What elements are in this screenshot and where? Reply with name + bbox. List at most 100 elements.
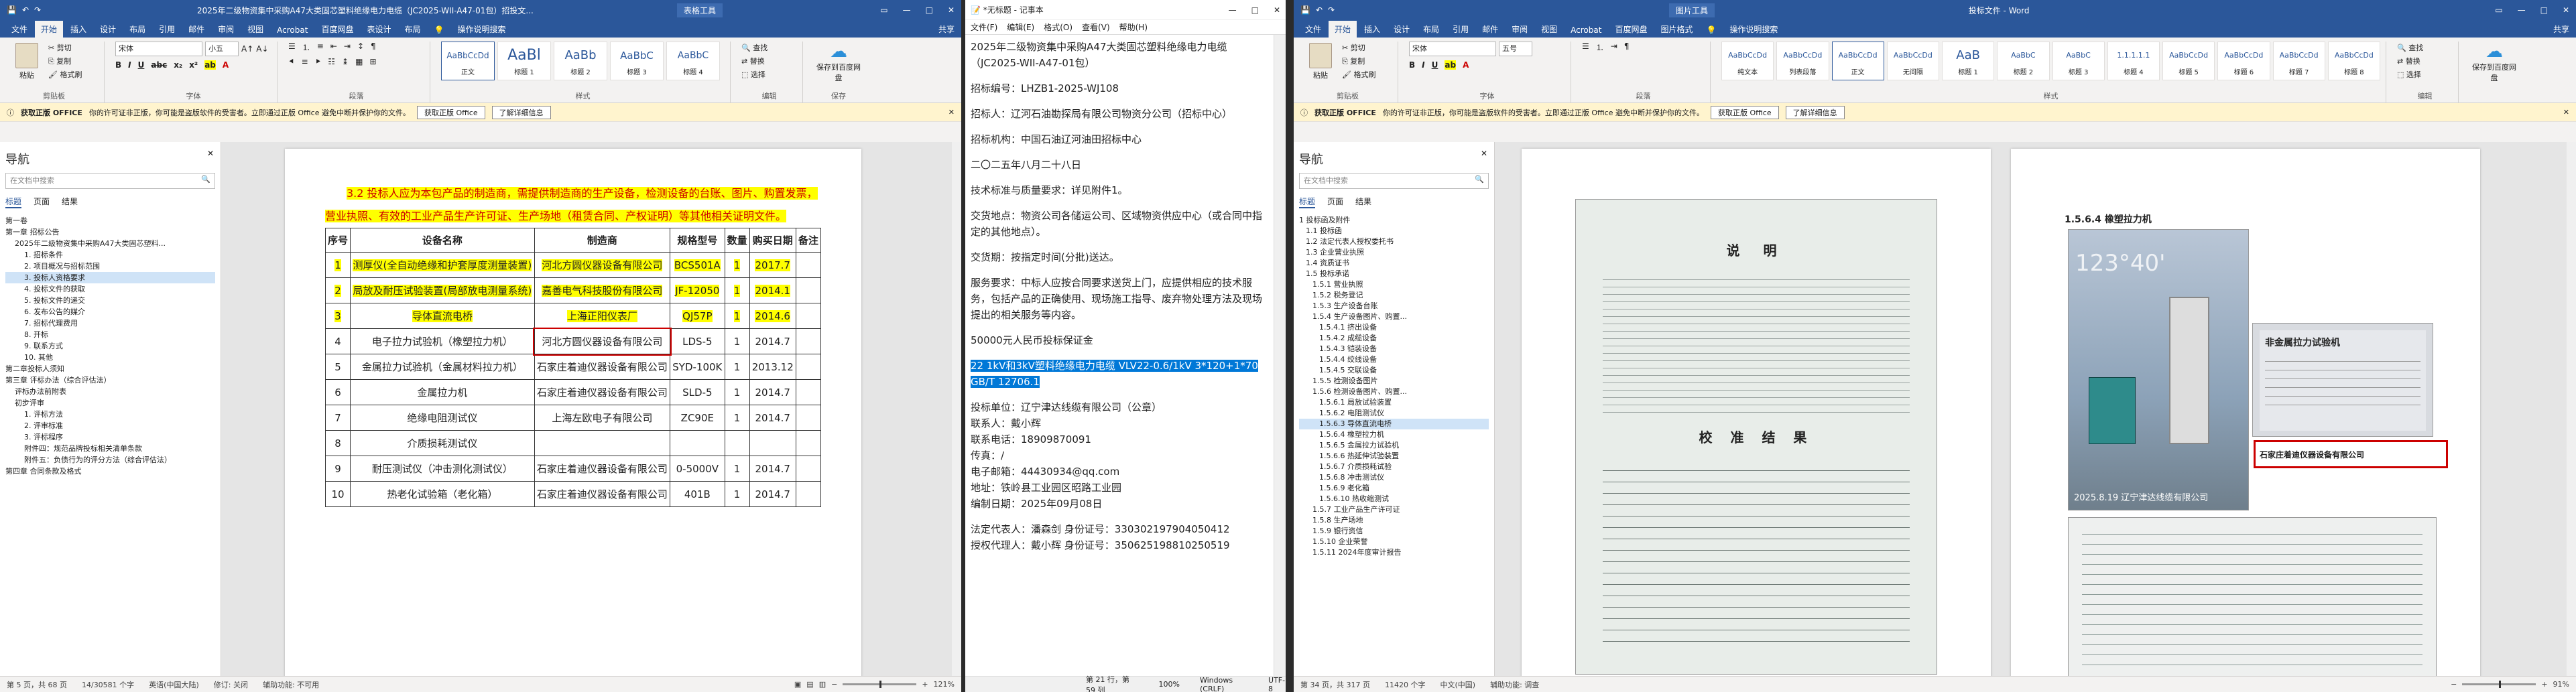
increase-indent-icon[interactable]: ⇥ [344,42,351,53]
undo-icon[interactable]: ↶ [22,5,29,15]
nav-tree-item[interactable]: 1. 评标方法 [5,409,215,420]
table-cell[interactable]: 4 [324,328,351,354]
np-minimize-button[interactable]: — [1229,5,1237,15]
nav-search-input[interactable]: 在文档中搜索 🔍 [5,173,215,189]
nameplate-photo[interactable]: 非金属拉力试验机 [2252,323,2433,437]
nav-tree-item[interactable]: 第一章 招标公告 [5,226,215,238]
rw-tab[interactable]: 布局 [1417,21,1445,38]
rw-zoom-level[interactable]: 91% [2553,680,2569,689]
rw-tab[interactable]: 邮件 [1476,21,1504,38]
nav-tree-item[interactable]: 第一卷 [5,215,215,226]
tell-me-search[interactable]: 操作说明搜索 [451,21,511,38]
grow-font-icon[interactable]: A↑ [241,44,253,54]
table-cell[interactable]: 2 [324,277,351,303]
nav-tree-item[interactable]: 第三章 评标办法（综合评估法） [5,374,215,386]
style-heading-4[interactable]: AaBbC 标题 4 [666,42,720,80]
rw-nav-tree-item[interactable]: 1 投标函及附件 [1299,215,1489,226]
rw-nav-tab-results[interactable]: 结果 [1355,196,1371,208]
share-button[interactable]: 共享 [932,21,961,38]
rw-style-item[interactable]: AaBbCcDd 标题 6 [2217,42,2270,80]
zoom-out-icon[interactable]: − [831,680,837,689]
web-layout-icon[interactable]: ▥ [819,680,826,689]
menu-edit[interactable]: 编辑(E) [1007,21,1034,33]
table-cell[interactable] [795,456,822,482]
nav-tree-item[interactable]: 初步评审 [5,397,215,409]
tab-view[interactable]: 视图 [241,21,269,38]
rw-nav-close-icon[interactable]: ✕ [1481,149,1487,158]
rw-word-count[interactable]: 11420 个字 [1385,679,1426,690]
nav-tree-item[interactable]: 评标办法前附表 [5,386,215,397]
table-cell[interactable]: 2014.7 [749,379,796,405]
menu-help[interactable]: 帮助(H) [1119,21,1148,33]
minimize-button[interactable]: — [903,5,911,15]
table-cell[interactable]: 2014.6 [749,303,796,329]
cloud-save-icon[interactable]: ☁ [814,42,863,62]
rw-tab[interactable]: 视图 [1535,21,1563,38]
tab-acrobat[interactable]: Acrobat [271,23,314,38]
font-name-select[interactable]: 宋体 [115,42,202,56]
table-cell[interactable]: 0-5000V [670,456,725,482]
rw-nav-tree-item[interactable]: 1.5.9 银行资信 [1299,526,1489,537]
rw-get-genuine-button[interactable]: 获取正版 Office [1711,105,1779,119]
nav-tree-item[interactable]: 2. 评审标准 [5,420,215,431]
font-size-select[interactable]: 小五 [205,42,239,56]
tab-file[interactable]: 文件 [5,21,34,38]
rw-language[interactable]: 中文(中国) [1440,679,1475,690]
rw-style-item[interactable]: AaBbCcDd 标题 8 [2327,42,2380,80]
rw-tab[interactable]: 审阅 [1506,21,1534,38]
rw-nav-tree-item[interactable]: 1.5.8 生产场地 [1299,515,1489,526]
table-cell[interactable]: 1 [724,252,750,278]
table-cell[interactable]: 9 [324,456,351,482]
tab-table-layout[interactable]: 布局 [398,21,426,38]
show-marks-icon[interactable]: ¶ [371,42,376,53]
find-button[interactable]: 🔍 查找 [741,42,797,55]
table-cell[interactable] [795,303,822,329]
np-close-button[interactable]: ✕ [1274,5,1280,15]
maximize-button[interactable]: □ [926,5,933,15]
table-cell[interactable]: 2013.12 [749,354,796,380]
nav-tab-headings[interactable]: 标题 [5,196,22,208]
rw-nav-tree-item[interactable]: 1.5.6.5 金属拉力试验机 [1299,440,1489,451]
rw-nav-tree-item[interactable]: 1.5.3 生产设备台账 [1299,301,1489,312]
style-heading-1[interactable]: AaBl 标题 1 [497,42,551,80]
rw-minimize-button[interactable]: — [2518,5,2526,15]
table-cell[interactable] [534,430,671,456]
table-cell[interactable]: 热老化试验箱（老化箱） [350,481,535,507]
rw-nav-tree-item[interactable]: 1.5.4.5 交联设备 [1299,365,1489,376]
rw-close-button[interactable]: ✕ [2563,5,2569,15]
bold-button[interactable]: B [115,60,121,70]
rw-tab[interactable]: 图片格式 [1654,21,1699,38]
rw-tab[interactable]: 文件 [1299,21,1327,38]
nav-tree-item[interactable]: 8. 开标 [5,329,215,340]
superscript-button[interactable]: x² [189,60,198,70]
rw-style-item[interactable]: AaBbCcDd 标题 5 [2162,42,2215,80]
rw-tab[interactable]: 开始 [1329,21,1357,38]
nav-tab-pages[interactable]: 页面 [34,196,50,208]
menu-format[interactable]: 格式(O) [1044,21,1072,33]
justify-icon[interactable]: ☷ [328,57,335,67]
nav-tree-item[interactable]: 3. 投标人资格要求 [5,272,215,283]
rw-bold-button[interactable]: B [1409,60,1415,70]
rw-numbering-icon[interactable]: ⒈ [1596,42,1604,53]
table-cell[interactable]: 2014.7 [749,405,796,431]
table-cell[interactable]: 2014.1 [749,277,796,303]
table-cell[interactable] [795,481,822,507]
table-cell[interactable]: 导体直流电桥 [350,303,535,329]
save-to-baidu-button[interactable]: 保存到百度网盘 [814,62,863,83]
nav-tree-item[interactable]: 2025年二级物资集中采购A47大类固芯塑料... [5,238,215,249]
rw-nav-tree-item[interactable]: 1.5.10 企业荣誉 [1299,537,1489,547]
rw-close-notice-icon[interactable]: ✕ [2563,108,2569,117]
rw-zoom-out-icon[interactable]: − [2451,680,2457,689]
style-heading-3[interactable]: AaBbC 标题 3 [610,42,664,80]
table-cell[interactable]: 金属拉力试验机（金属材料拉力机） [350,354,535,380]
rw-nav-tree-item[interactable]: 1.5 投标承诺 [1299,269,1489,279]
underline-button[interactable]: U [138,60,145,70]
nav-tree-item[interactable]: 5. 投标文件的递交 [5,295,215,306]
copy-button[interactable]: ⎘ 复制 [48,55,82,68]
redo-icon[interactable]: ↷ [34,5,41,15]
table-cell[interactable]: 2014.7 [749,481,796,507]
rw-copy-button[interactable]: ⎘ 复制 [1342,55,1375,68]
rw-zoom-slider[interactable] [2462,681,2536,688]
table-cell[interactable]: 2017.7 [749,252,796,278]
table-cell[interactable]: 绝缘电阻测试仪 [350,405,535,431]
